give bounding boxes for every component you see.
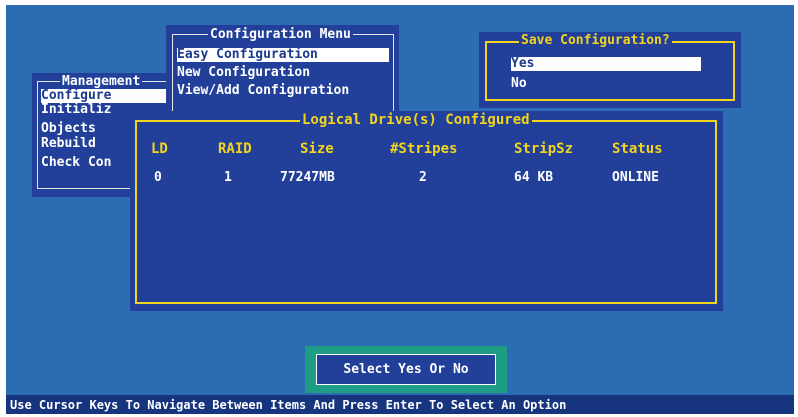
cell-raid: 1 bbox=[224, 170, 232, 185]
cell-status: ONLINE bbox=[612, 170, 659, 185]
status-bar-text: Use Cursor Keys To Navigate Between Item… bbox=[10, 398, 567, 412]
configuration-menu: Configuration Menu Easy Configuration Ne… bbox=[166, 25, 399, 123]
menu-item-new-configuration[interactable]: New Configuration bbox=[177, 66, 310, 80]
prompt-text: Select Yes Or No bbox=[343, 362, 469, 377]
menu-item-initialize[interactable]: Initializ bbox=[41, 103, 111, 117]
cell-size: 77247MB bbox=[280, 170, 335, 185]
menu-item-easy-configuration[interactable]: Easy Configuration bbox=[177, 48, 389, 62]
cell-stripsz: 64 KB bbox=[514, 170, 554, 185]
prompt-box: Select Yes Or No bbox=[316, 354, 496, 385]
menu-item-rebuild[interactable]: Rebuild bbox=[41, 137, 96, 151]
configuration-menu-title: Configuration Menu bbox=[208, 27, 353, 42]
column-header-size: Size bbox=[300, 141, 334, 157]
logical-drives-panel: Logical Drive(s) Configured LD RAID Size… bbox=[130, 111, 723, 311]
no-option[interactable]: No bbox=[511, 77, 527, 91]
raid-bios-screen: Management Configure Initializ Objects R… bbox=[6, 5, 794, 414]
menu-item-objects[interactable]: Objects bbox=[41, 122, 96, 136]
cell-stripes: 2 bbox=[419, 170, 427, 185]
logical-drives-title: Logical Drive(s) Configured bbox=[300, 112, 532, 128]
column-header-status: Status bbox=[612, 141, 663, 157]
menu-item-configure[interactable]: Configure bbox=[41, 89, 167, 103]
cell-ld: 0 bbox=[154, 170, 162, 185]
column-header-ld: LD bbox=[151, 141, 168, 157]
save-dialog-title: Save Configuration? bbox=[519, 33, 672, 48]
menu-item-view-add-configuration[interactable]: View/Add Configuration bbox=[177, 84, 349, 98]
menu-item-check-consistency[interactable]: Check Con bbox=[41, 156, 111, 170]
column-header-raid: RAID bbox=[218, 141, 252, 157]
column-header-stripes: #Stripes bbox=[390, 141, 458, 157]
select-yes-no-prompt: Select Yes Or No bbox=[305, 346, 507, 393]
column-header-stripsz: StripSz bbox=[514, 141, 574, 157]
save-configuration-dialog: Save Configuration? Yes No bbox=[479, 32, 741, 108]
management-menu-title: Management bbox=[60, 74, 143, 89]
save-dialog-border bbox=[485, 41, 735, 101]
status-bar: Use Cursor Keys To Navigate Between Item… bbox=[6, 395, 794, 414]
yes-option[interactable]: Yes bbox=[511, 57, 701, 71]
